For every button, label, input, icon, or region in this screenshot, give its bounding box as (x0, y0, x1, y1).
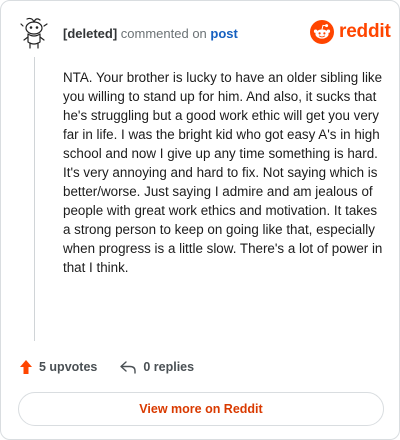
comment-header: [deleted] commented on post (63, 26, 238, 41)
comment-actions: 5 upvotes 0 replies (19, 359, 194, 375)
reddit-snoo-icon (310, 20, 334, 44)
view-more-button[interactable]: View more on Reddit (18, 392, 384, 426)
deleted-user-avatar-icon (18, 15, 50, 49)
post-link[interactable]: post (210, 26, 237, 41)
reply-count: 0 replies (143, 360, 195, 374)
thread-line (34, 57, 35, 341)
reddit-wordmark: reddit (339, 21, 391, 42)
comment-action-text: commented on (120, 26, 207, 41)
upvote-arrow-icon (20, 360, 32, 374)
upvote-button[interactable]: 5 upvotes (19, 359, 97, 375)
reply-button[interactable]: 0 replies (119, 360, 194, 374)
reply-arrow-icon (120, 361, 137, 374)
reddit-logo[interactable]: reddit (310, 20, 391, 44)
comment-body: NTA. Your brother is lucky to have an ol… (63, 70, 383, 275)
comment-card: [deleted] commented on post reddit NTA. … (0, 0, 400, 440)
author-name: [deleted] (63, 26, 118, 41)
upvote-count: 5 upvotes (39, 360, 98, 374)
